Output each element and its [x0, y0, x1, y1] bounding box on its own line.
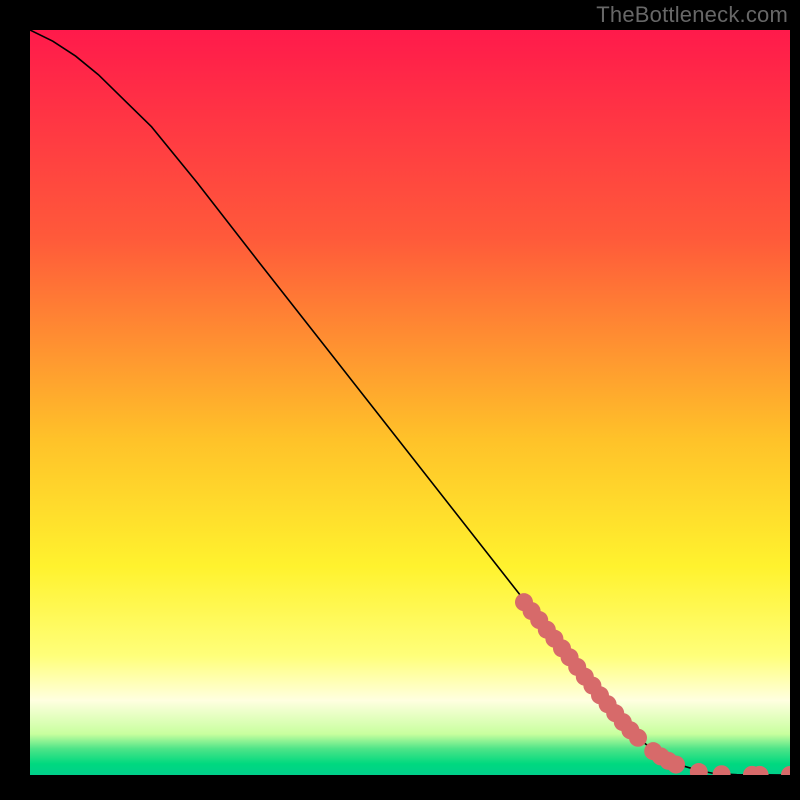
data-point [667, 756, 685, 774]
data-point [629, 729, 647, 747]
chart-svg [30, 30, 790, 775]
gradient-background [30, 30, 790, 775]
chart-stage: TheBottleneck.com [0, 0, 800, 800]
plot-area [30, 30, 790, 775]
watermark-label: TheBottleneck.com [596, 2, 788, 28]
